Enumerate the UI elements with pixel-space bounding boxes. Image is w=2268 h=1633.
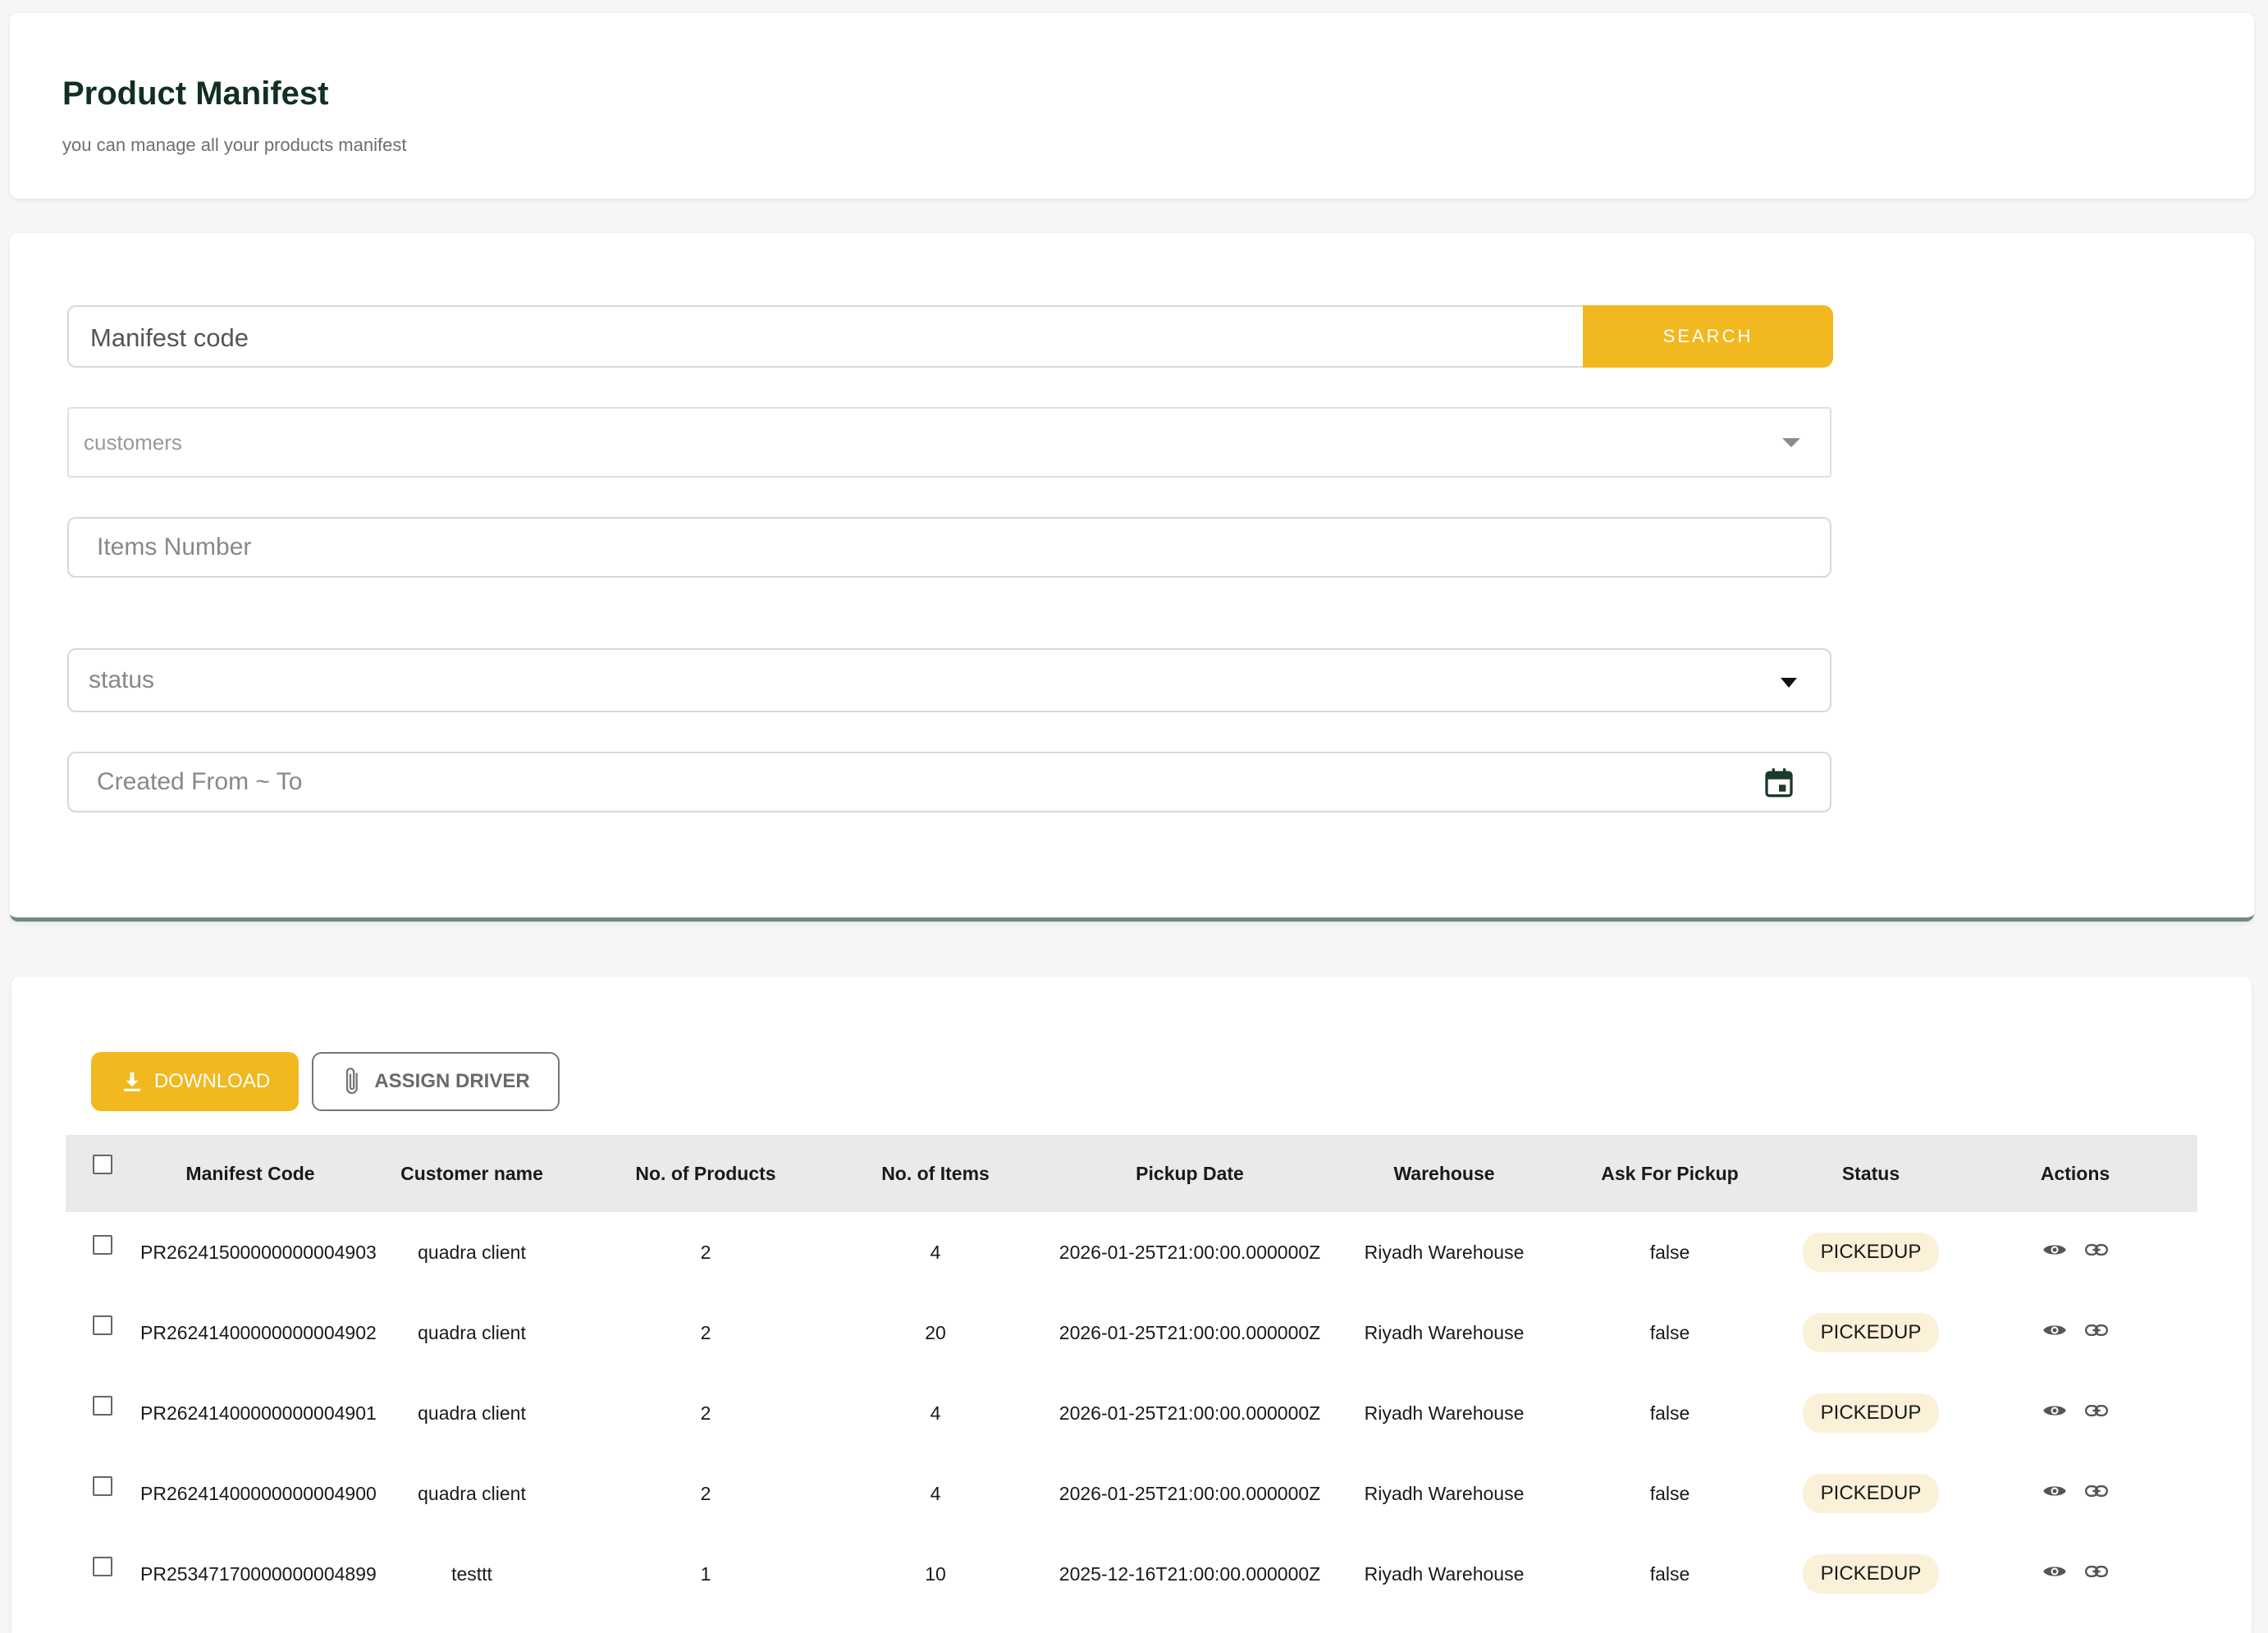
warehouse-cell: Riyadh Warehouse [1364, 1482, 1525, 1504]
warehouse-cell: Riyadh Warehouse [1364, 1241, 1525, 1263]
manifest-code-cell: PR25347170000000004899 [140, 1562, 377, 1585]
eye-icon[interactable] [2042, 1321, 2067, 1339]
column-header-customer-name[interactable]: Customer name [361, 1135, 583, 1212]
customer-name-cell: quadra client [418, 1402, 526, 1424]
pickup-date-cell: 2026-01-25T21:00:00.000000Z [1059, 1482, 1321, 1504]
items-count-cell: 20 [925, 1321, 946, 1343]
status-badge: PICKEDUP [1802, 1233, 1940, 1272]
calendar-icon[interactable] [1763, 765, 1795, 799]
table-card: DOWNLOAD ASSIGN DRIVER Manifest Code Cus… [11, 977, 2252, 1633]
download-label: DOWNLOAD [153, 1070, 271, 1092]
column-header-status[interactable]: Status [1789, 1135, 1953, 1212]
chevron-down-icon [1782, 438, 1800, 447]
assign-driver-label: ASSIGN DRIVER [374, 1070, 530, 1092]
status-badge: PICKEDUP [1802, 1474, 1940, 1513]
eye-icon[interactable] [2042, 1482, 2067, 1500]
column-header-pickup-date[interactable]: Pickup Date [1042, 1135, 1337, 1212]
status-badge: PICKEDUP [1802, 1393, 1940, 1433]
manifest-code-cell: PR26241400000000004901 [140, 1402, 377, 1424]
status-placeholder: status [89, 666, 155, 693]
pickup-date-cell: 2025-12-16T21:00:00.000000Z [1059, 1562, 1321, 1585]
status-badge: PICKEDUP [1802, 1313, 1940, 1352]
assign-driver-button[interactable]: ASSIGN DRIVER [312, 1052, 560, 1111]
column-header-ask-for-pickup[interactable]: Ask For Pickup [1551, 1135, 1789, 1212]
link-icon[interactable] [2085, 1323, 2108, 1338]
table-row: PR26241400000000004902 quadra client 2 2… [66, 1292, 2197, 1373]
customers-placeholder: customers [84, 430, 182, 455]
manifest-code-placeholder: Manifest code [90, 323, 249, 352]
warehouse-cell: Riyadh Warehouse [1364, 1562, 1525, 1585]
table-row: PR25347170000000004899 testtt 1 10 2025-… [66, 1534, 2197, 1614]
ask-for-pickup-cell: false [1649, 1562, 1690, 1585]
manifest-code-input[interactable]: Manifest code [67, 305, 1594, 368]
table-row: PR26241400000000004900 quadra client 2 4… [66, 1453, 2197, 1534]
customer-name-cell: testtt [451, 1562, 492, 1585]
column-header-no-of-items[interactable]: No. of Items [829, 1135, 1042, 1212]
column-header-actions: Actions [2040, 1162, 2110, 1184]
row-checkbox[interactable] [93, 1396, 112, 1416]
created-range-placeholder: Created From ~ To [97, 768, 303, 795]
column-header-warehouse[interactable]: Warehouse [1337, 1135, 1551, 1212]
table-header-row: Manifest Code Customer name No. of Produ… [66, 1135, 2197, 1212]
column-header-no-of-products[interactable]: No. of Products [583, 1135, 829, 1212]
row-checkbox[interactable] [93, 1557, 112, 1576]
manifest-code-cell: PR26241400000000004902 [140, 1321, 377, 1343]
ask-for-pickup-cell: false [1649, 1321, 1690, 1343]
filter-card: Manifest code SEARCH customers Items Num… [10, 233, 2254, 922]
link-icon[interactable] [2085, 1484, 2108, 1498]
header-card: Product Manifest you can manage all your… [10, 13, 2254, 199]
link-icon[interactable] [2085, 1403, 2108, 1418]
page-subtitle: you can manage all your products manifes… [62, 135, 407, 155]
manifest-code-cell: PR26241500000000004903 [140, 1241, 377, 1263]
ask-for-pickup-cell: false [1649, 1241, 1690, 1263]
ask-for-pickup-cell: false [1649, 1402, 1690, 1424]
customer-name-cell: quadra client [418, 1321, 526, 1343]
eye-icon[interactable] [2042, 1241, 2067, 1259]
page-title: Product Manifest [62, 75, 329, 112]
products-count-cell: 2 [700, 1241, 711, 1263]
ask-for-pickup-cell: false [1649, 1482, 1690, 1504]
search-button[interactable]: SEARCH [1583, 305, 1833, 368]
table-row: PR26241500000000004903 quadra client 2 4… [66, 1212, 2197, 1292]
products-count-cell: 2 [700, 1482, 711, 1504]
row-checkbox[interactable] [93, 1235, 112, 1255]
eye-icon[interactable] [2042, 1562, 2067, 1580]
select-all-checkbox[interactable] [93, 1155, 112, 1174]
warehouse-cell: Riyadh Warehouse [1364, 1321, 1525, 1343]
download-button[interactable]: DOWNLOAD [91, 1052, 299, 1111]
paperclip-icon [346, 1068, 359, 1095]
column-header-manifest-code[interactable]: Manifest Code [139, 1135, 361, 1212]
items-count-cell: 4 [930, 1402, 941, 1424]
created-date-range-input[interactable]: Created From ~ To [67, 752, 1831, 812]
link-icon[interactable] [2085, 1564, 2108, 1579]
warehouse-cell: Riyadh Warehouse [1364, 1402, 1525, 1424]
row-checkbox[interactable] [93, 1476, 112, 1496]
pickup-date-cell: 2026-01-25T21:00:00.000000Z [1059, 1321, 1321, 1343]
status-select[interactable]: status [67, 648, 1831, 712]
eye-icon[interactable] [2042, 1402, 2067, 1420]
manifest-code-cell: PR26241400000000004900 [140, 1482, 377, 1504]
download-icon [123, 1072, 140, 1091]
items-number-input[interactable]: Items Number [67, 517, 1831, 578]
items-number-placeholder: Items Number [97, 533, 252, 560]
manifest-table: Manifest Code Customer name No. of Produ… [66, 1135, 2197, 1614]
items-count-cell: 10 [925, 1562, 946, 1585]
status-badge: PICKEDUP [1802, 1554, 1940, 1594]
table-row: PR26241400000000004901 quadra client 2 4… [66, 1373, 2197, 1453]
pickup-date-cell: 2026-01-25T21:00:00.000000Z [1059, 1241, 1321, 1263]
pickup-date-cell: 2026-01-25T21:00:00.000000Z [1059, 1402, 1321, 1424]
customer-name-cell: quadra client [418, 1482, 526, 1504]
customers-select[interactable]: customers [67, 407, 1831, 478]
items-count-cell: 4 [930, 1241, 941, 1263]
products-count-cell: 2 [700, 1321, 711, 1343]
caret-down-icon [1781, 678, 1797, 688]
link-icon[interactable] [2085, 1242, 2108, 1257]
row-checkbox[interactable] [93, 1315, 112, 1335]
items-count-cell: 4 [930, 1482, 941, 1504]
customer-name-cell: quadra client [418, 1241, 526, 1263]
products-count-cell: 1 [700, 1562, 711, 1585]
products-count-cell: 2 [700, 1402, 711, 1424]
